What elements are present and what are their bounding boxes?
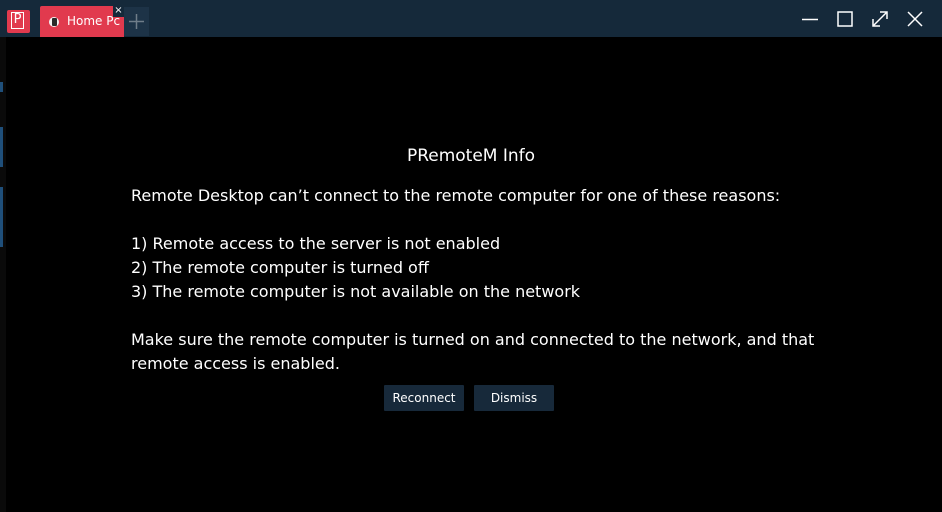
new-tab-button[interactable]: [124, 7, 149, 36]
window-left-edge: [0, 37, 6, 512]
dialog-title: PRemoteM Info: [406, 146, 536, 166]
error-intro: Remote Desktop can’t connect to the remo…: [131, 186, 781, 205]
remote-pc-icon: [47, 15, 61, 29]
fullscreen-icon: [872, 11, 888, 27]
reason-3: 3) The remote computer is not available …: [131, 282, 581, 301]
reconnect-button[interactable]: Reconnect: [384, 385, 464, 411]
title-bar: P Home Pc ×: [0, 0, 942, 37]
maximize-icon: [837, 11, 853, 27]
remote-desktop-window: P Home Pc × PRemoteM Info Remote Desktop…: [0, 0, 942, 512]
minimize-button[interactable]: [795, 5, 825, 33]
advice-line-1: Make sure the remote computer is turned …: [131, 330, 815, 349]
reason-2: 2) The remote computer is turned off: [131, 258, 429, 277]
minimize-icon: [802, 18, 818, 21]
close-window-button[interactable]: [900, 5, 930, 33]
premotem-app-icon[interactable]: P: [7, 10, 30, 33]
tab-home-pc[interactable]: Home Pc ×: [40, 6, 124, 37]
app-icon-letter: P: [11, 12, 24, 29]
fullscreen-button[interactable]: [865, 5, 895, 33]
reason-1: 1) Remote access to the server is not en…: [131, 234, 501, 253]
advice-line-2: remote access is enabled.: [131, 354, 340, 373]
plus-icon: [129, 14, 144, 29]
dismiss-button[interactable]: Dismiss: [474, 385, 554, 411]
close-icon: [907, 11, 923, 27]
tab-close-icon[interactable]: ×: [113, 6, 124, 17]
maximize-button[interactable]: [830, 5, 860, 33]
